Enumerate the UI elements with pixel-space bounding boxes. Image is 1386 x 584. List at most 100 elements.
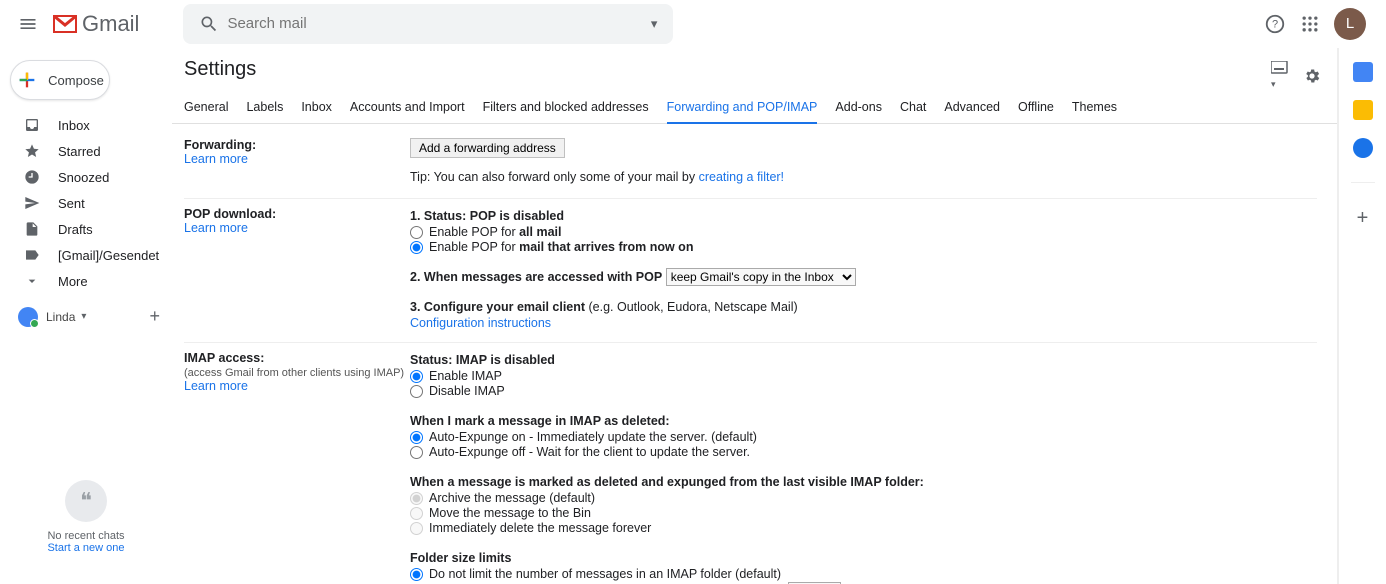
clock-icon: [24, 169, 42, 185]
hangouts-icon: ❝: [65, 480, 107, 522]
no-chats-label: No recent chats: [0, 530, 172, 542]
pop-learn-link[interactable]: Learn more: [184, 221, 248, 235]
settings-body: Forwarding: Learn more Add a forwarding …: [172, 124, 1337, 584]
nav-label: More: [58, 274, 88, 289]
inbox-icon: [24, 117, 42, 133]
sidebar-item-inbox[interactable]: Inbox: [0, 112, 172, 138]
sidebar-item-custom[interactable]: [Gmail]/Gesendet: [0, 242, 172, 268]
imap-title: IMAP access:: [184, 351, 264, 365]
archive-label: Archive the message (default): [429, 491, 595, 505]
header: Gmail ▾ ? L: [0, 0, 1386, 48]
section-forwarding: Forwarding: Learn more Add a forwarding …: [184, 130, 1317, 199]
sidebar-item-sent[interactable]: Sent: [0, 190, 172, 216]
content: Settings ▾ General Labels Inbox Accounts…: [172, 48, 1338, 584]
pop-when-select[interactable]: keep Gmail's copy in the Inbox: [666, 268, 856, 286]
pop-when-label: 2. When messages are accessed with POP: [410, 270, 662, 284]
pop-now-radio[interactable]: [410, 241, 423, 254]
calendar-addon-icon[interactable]: [1353, 62, 1373, 82]
deleteforever-radio[interactable]: [410, 522, 423, 535]
gmail-logo[interactable]: Gmail: [52, 11, 139, 37]
nav-label: Starred: [58, 144, 101, 159]
nolimit-radio[interactable]: [410, 568, 423, 581]
compose-label: Compose: [48, 73, 104, 88]
file-icon: [24, 221, 42, 237]
pop-all-radio[interactable]: [410, 226, 423, 239]
nav-label: Drafts: [58, 222, 93, 237]
menu-icon[interactable]: [8, 4, 48, 44]
imap-enable-radio[interactable]: [410, 370, 423, 383]
tab-themes[interactable]: Themes: [1072, 94, 1117, 123]
create-filter-link[interactable]: creating a filter!: [699, 170, 784, 184]
search-options-icon[interactable]: ▾: [643, 16, 666, 32]
profile-name: Linda: [46, 310, 75, 324]
pop-config-hint: (e.g. Outlook, Eudora, Netscape Mail): [589, 300, 798, 314]
send-icon: [24, 195, 42, 211]
forwarding-learn-link[interactable]: Learn more: [184, 152, 248, 166]
support-icon[interactable]: ?: [1264, 13, 1286, 35]
tab-general[interactable]: General: [184, 94, 228, 123]
movebin-label: Move the message to the Bin: [429, 506, 591, 520]
search-icon[interactable]: [191, 14, 227, 34]
archive-radio[interactable]: [410, 492, 423, 505]
pop-status-value: POP is disabled: [470, 209, 564, 223]
search-input[interactable]: [227, 15, 642, 32]
apps-icon[interactable]: [1300, 14, 1320, 34]
tab-addons[interactable]: Add-ons: [835, 94, 882, 123]
sidebar: Compose Inbox Starred Snoozed Sent Draft…: [0, 48, 172, 584]
imap-learn-link[interactable]: Learn more: [184, 379, 248, 393]
pop-status-label: 1. Status:: [410, 209, 470, 223]
expunge-on-radio[interactable]: [410, 431, 423, 444]
tab-chat[interactable]: Chat: [900, 94, 926, 123]
section-pop: POP download: Learn more 1. Status: POP …: [184, 199, 1317, 343]
pop-all-label: Enable POP for all mail: [429, 225, 562, 239]
imap-enable-label: Enable IMAP: [429, 369, 502, 383]
input-tools-icon[interactable]: ▾: [1271, 61, 1293, 90]
imap-disable-radio[interactable]: [410, 385, 423, 398]
pop-config-link[interactable]: Configuration instructions: [410, 316, 551, 330]
divider: [1351, 182, 1375, 183]
expunge-on-label: Auto-Expunge on - Immediately update the…: [429, 430, 757, 444]
nav-label: [Gmail]/Gesendet: [58, 248, 159, 263]
forwarding-title: Forwarding:: [184, 138, 256, 152]
compose-button[interactable]: Compose: [10, 60, 110, 100]
tab-accounts[interactable]: Accounts and Import: [350, 94, 465, 123]
section-imap: IMAP access: (access Gmail from other cl…: [184, 343, 1317, 584]
new-chat-icon[interactable]: +: [149, 306, 160, 327]
presence-avatar: [18, 307, 38, 327]
tasks-addon-icon[interactable]: [1353, 138, 1373, 158]
start-chat-link[interactable]: Start a new one: [0, 542, 172, 554]
tab-offline[interactable]: Offline: [1018, 94, 1054, 123]
imap-status-label: Status:: [410, 353, 456, 367]
get-addons-icon[interactable]: +: [1357, 207, 1369, 230]
tab-inbox[interactable]: Inbox: [301, 94, 332, 123]
sidebar-item-drafts[interactable]: Drafts: [0, 216, 172, 242]
forwarding-tip-text: Tip: You can also forward only some of y…: [410, 170, 699, 184]
sidebar-item-starred[interactable]: Starred: [0, 138, 172, 164]
expunge-off-label: Auto-Expunge off - Wait for the client t…: [429, 445, 750, 459]
imap-note: (access Gmail from other clients using I…: [184, 367, 404, 379]
deleteforever-label: Immediately delete the message forever: [429, 521, 651, 535]
caret-icon[interactable]: ▾: [81, 311, 86, 322]
side-panel: +: [1338, 48, 1386, 584]
nav-label: Inbox: [58, 118, 90, 133]
add-forwarding-button[interactable]: Add a forwarding address: [410, 138, 565, 158]
hangouts-profile[interactable]: Linda ▾ +: [0, 302, 172, 331]
sidebar-item-more[interactable]: More: [0, 268, 172, 294]
expunge-off-radio[interactable]: [410, 446, 423, 459]
folder-heading: Folder size limits: [410, 551, 511, 565]
label-icon: [24, 247, 42, 263]
pop-config-label: 3. Configure your email client: [410, 300, 589, 314]
star-icon: [24, 143, 42, 159]
sidebar-item-snoozed[interactable]: Snoozed: [0, 164, 172, 190]
tab-filters[interactable]: Filters and blocked addresses: [483, 94, 649, 123]
movebin-radio[interactable]: [410, 507, 423, 520]
tab-labels[interactable]: Labels: [246, 94, 283, 123]
gear-icon[interactable]: [1303, 67, 1321, 85]
account-avatar[interactable]: L: [1334, 8, 1366, 40]
search-box[interactable]: ▾: [183, 4, 673, 44]
pop-title: POP download:: [184, 207, 276, 221]
tab-advanced[interactable]: Advanced: [944, 94, 1000, 123]
keep-addon-icon[interactable]: [1353, 100, 1373, 120]
tab-forwarding[interactable]: Forwarding and POP/IMAP: [667, 94, 818, 124]
imap-status-value: IMAP is disabled: [456, 353, 555, 367]
